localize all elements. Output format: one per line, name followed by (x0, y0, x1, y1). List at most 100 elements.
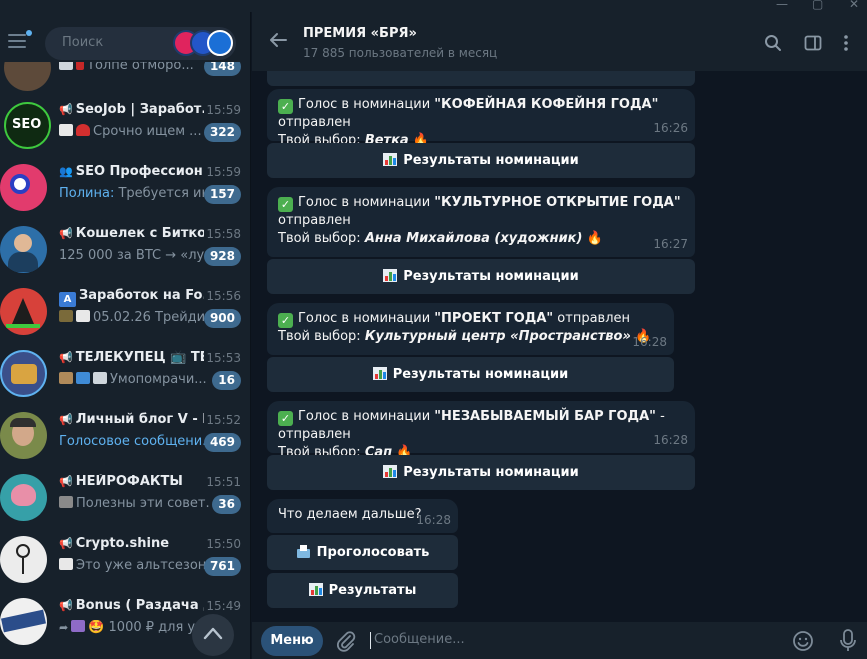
chat-avatar (0, 474, 47, 521)
message-bubble: ✓ Голос в номинации "НЕЗАБЫВАЕМЫЙ БАР ГОД… (267, 401, 695, 460)
message-time: 16:27 (653, 237, 688, 251)
sidebar-toggle-button[interactable] (804, 34, 822, 56)
chat-item[interactable]: SEO 📢 SeoJob | Заработ... 15:59 Срочно ищ… (0, 102, 250, 164)
check-mark-icon: ✓ (278, 99, 293, 114)
chat-time: 15:56 (206, 289, 241, 303)
bot-menu-button[interactable]: Меню (261, 626, 323, 656)
unread-badge: 900 (203, 309, 241, 328)
check-mark-icon: ✓ (278, 411, 293, 426)
check-mark-icon: ✓ (278, 197, 293, 212)
message-list: ✓ Голос в номинации "КОФЕЙНАЯ КОФЕЙНЯ ГОД… (252, 71, 867, 622)
minimize-icon[interactable]: — (776, 0, 788, 11)
chat-subtitle: 17 885 пользователей в месяц (303, 46, 498, 60)
brain-icon (11, 484, 36, 506)
maximize-icon[interactable]: ▢ (812, 0, 823, 11)
search-input[interactable]: Поиск (45, 27, 236, 60)
message-composer: Меню Сообщение... (252, 622, 867, 659)
message-input[interactable]: Сообщение... (374, 632, 465, 647)
unread-badge: 16 (212, 371, 241, 390)
ballot-box-icon (296, 545, 311, 558)
chat-title: ТЕЛЕКУПЕЦ 📺 ТВ... (75, 350, 204, 365)
back-button[interactable] (269, 32, 287, 52)
bonus-logo (1, 609, 46, 633)
search-button[interactable] (764, 34, 782, 56)
sidebar-top-bar: Поиск (0, 12, 250, 62)
unread-badge: 928 (203, 247, 241, 266)
chat-preview-sender: Полина: (59, 186, 115, 201)
chevron-up-icon (203, 627, 223, 640)
emoji-button[interactable] (792, 630, 814, 656)
chat-item[interactable]: 📢Личный блог V - Б... 15:52 Голосовое со… (0, 412, 250, 474)
bar-chart-icon (308, 583, 323, 596)
message-bubble: ✓ Голос в номинации "КОФЕЙНАЯ КОФЕЙНЯ ГОД… (267, 89, 695, 148)
chat-preview: Это уже альтсезон... (76, 558, 209, 573)
channel-icon: 📢 (59, 599, 73, 612)
chat-title: Crypto.shine (75, 536, 170, 551)
results-button[interactable]: Результаты номинации (267, 143, 695, 178)
bar-chart-icon (383, 269, 398, 282)
search-icon (765, 35, 781, 51)
media-thumbnail-icon (71, 620, 86, 632)
media-thumbnail-icon (59, 558, 73, 570)
main-menu-icon[interactable] (8, 30, 32, 48)
message-time: 16:28 (632, 335, 667, 349)
inline-button-partial[interactable] (267, 71, 695, 86)
unread-badge: 36 (212, 495, 241, 514)
chat-item[interactable]: A Заработок на Fo... 15:56 05.02.26 Трейд… (0, 288, 250, 350)
chat-avatar (0, 288, 47, 335)
results-main-button[interactable]: Результаты (267, 573, 458, 608)
video-thumbnail-icon (59, 496, 73, 508)
chat-avatar: SEO (4, 102, 51, 149)
channel-icon: 📢 (59, 103, 73, 116)
chat-item[interactable]: 📢Кошелек с Битко... 15:58 125 000 за BTC… (0, 226, 250, 288)
chat-title: НЕЙРОФАКТЫ (75, 474, 183, 489)
chat-title[interactable]: ПРЕМИЯ «БРЯ» (303, 26, 417, 41)
chat-item[interactable]: 👥 SEO Профессион... 15:59 Полина: Требует… (0, 164, 250, 226)
bar-chart-icon (372, 367, 387, 380)
scroll-to-top-button[interactable] (192, 614, 234, 656)
chat-item[interactable]: 📢 НЕЙРОФАКТЫ 15:51 Полезны эти совет... 3… (0, 474, 250, 536)
chat-preview: Голосовое сообщени... (59, 434, 209, 449)
unread-badge: 469 (203, 433, 241, 452)
chat-preview: Полезны эти совет... (76, 496, 209, 511)
voice-button[interactable] (840, 629, 856, 657)
bar-chart-icon (383, 465, 398, 478)
chat-title: Кошелек с Битко... (75, 226, 204, 241)
chat-time: 15:51 (206, 475, 241, 489)
unread-badge: 157 (203, 185, 241, 204)
folder-avatar-icon[interactable] (207, 30, 233, 56)
folder-avatars[interactable] (173, 30, 233, 57)
results-button[interactable]: Результаты номинации (267, 455, 695, 490)
telegram-window: Поиск Толпе отморо... 148 SEO 📢 SeoJob |… (0, 0, 867, 659)
chat-time: 15:53 (206, 351, 241, 365)
chat-time: 15:59 (206, 165, 241, 179)
chat-preview: Умопомрачи... (110, 372, 207, 387)
chat-avatar (0, 226, 47, 273)
chat-item[interactable]: 📢 Crypto.shine 15:50 Это уже альтсезон...… (0, 536, 250, 598)
vote-button[interactable]: Проголосовать (267, 535, 458, 570)
chat-preview: Требуется ин... (118, 186, 209, 201)
bar-chart-icon (383, 153, 398, 166)
media-thumbnail-icon (59, 372, 73, 384)
app-a-icon: A (59, 292, 76, 307)
channel-icon: 📢 (59, 475, 73, 488)
chat-title: SeoJob | Заработ... (75, 102, 204, 117)
chat-header: ПРЕМИЯ «БРЯ» 17 885 пользователей в меся… (252, 12, 867, 71)
attach-button[interactable] (336, 630, 356, 656)
media-thumbnail-icon (76, 310, 90, 322)
chat-preview: Срочно ищем ... (93, 124, 202, 139)
chat-title: Bonus ( Раздача д... (75, 598, 204, 613)
results-button[interactable]: Результаты номинации (267, 357, 674, 392)
message-text: Что делаем дальше? (278, 507, 422, 522)
group-icon: 👥 (59, 165, 73, 178)
chat-avatar (0, 350, 47, 397)
chat-panel: ПРЕМИЯ «БРЯ» 17 885 пользователей в меся… (252, 0, 867, 659)
unread-badge: 761 (203, 557, 241, 576)
chat-item[interactable]: 📢ТЕЛЕКУПЕЦ 📺 ТВ... 15:53 Умопомрачи... 1… (0, 350, 250, 412)
chat-time: 15:50 (206, 537, 241, 551)
more-options-button[interactable] (843, 34, 849, 56)
results-button[interactable]: Результаты номинации (267, 259, 695, 294)
paperclip-icon (337, 631, 356, 652)
close-icon[interactable]: ✕ (849, 0, 859, 11)
tv-icon (11, 364, 37, 384)
